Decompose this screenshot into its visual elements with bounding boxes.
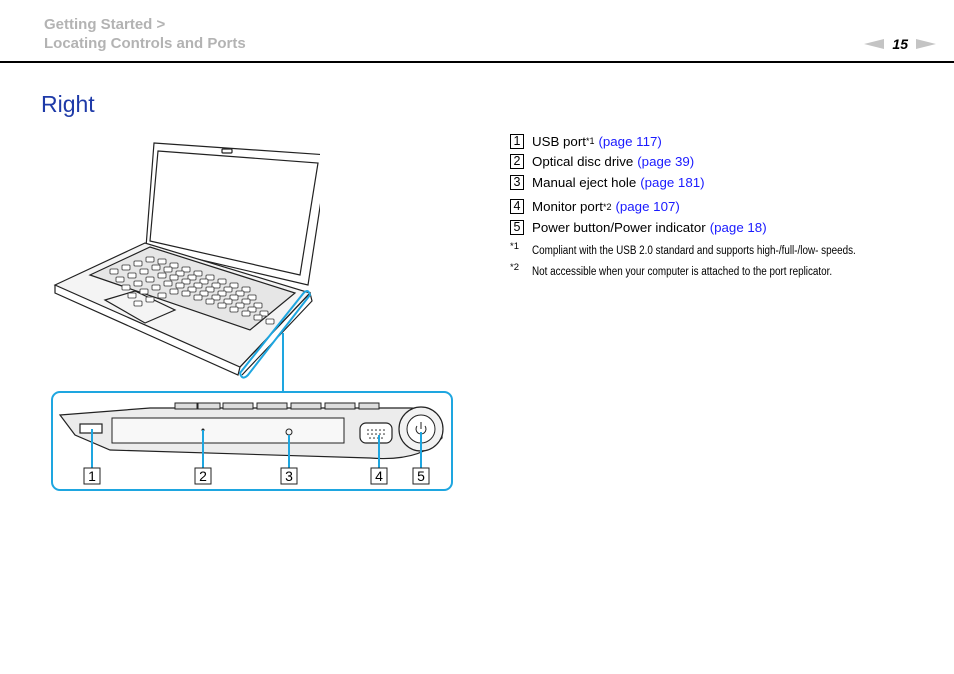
footnote-mark: *1 xyxy=(510,241,519,252)
breadcrumb-parent[interactable]: Getting Started > xyxy=(44,16,165,33)
footnote-mark: *2 xyxy=(510,262,519,273)
page-link[interactable]: (page 117) xyxy=(598,134,661,149)
list-item: 5 Power button/Power indicator (page 18) xyxy=(510,217,767,238)
laptop-illustration xyxy=(53,142,320,390)
page-link[interactable]: (page 181) xyxy=(640,175,704,190)
page-navigator: 15 xyxy=(864,36,936,52)
footnote: *2 Not accessible when your computer is … xyxy=(510,262,881,278)
item-label: Manual eject hole xyxy=(532,174,637,190)
item-label: Optical disc drive xyxy=(532,154,634,170)
page-link[interactable]: (page 39) xyxy=(637,154,694,169)
item-number: 5 xyxy=(510,219,524,235)
item-number: 1 xyxy=(510,133,524,149)
item-label: Monitor port xyxy=(532,199,603,215)
monitor-port xyxy=(359,422,393,444)
triangle-left-icon[interactable] xyxy=(864,39,885,49)
item-label: Power button/Power indicator xyxy=(532,219,706,235)
callout-1-label: 1 xyxy=(88,468,96,484)
optical-drive xyxy=(111,417,345,444)
port-list: 1 USB port *1 (page 117) 2 Optical disc d… xyxy=(510,131,767,238)
page-number: 15 xyxy=(892,36,908,52)
list-item: 1 USB port *1 (page 117) xyxy=(510,131,767,152)
list-item: 2 Optical disc drive (page 39) xyxy=(510,152,767,173)
item-number: 2 xyxy=(510,154,524,170)
page-link[interactable]: (page 18) xyxy=(710,220,767,235)
footnote: *1 Compliant with the USB 2.0 standard a… xyxy=(510,241,909,257)
footnote-text: Not accessible when your computer is att… xyxy=(532,266,833,278)
item-number: 4 xyxy=(510,199,524,215)
list-item: 3 Manual eject hole (page 181) xyxy=(510,172,767,193)
callout-3-label: 3 xyxy=(285,468,293,484)
footnote-text: Compliant with the USB 2.0 standard and … xyxy=(532,245,856,257)
item-number: 3 xyxy=(510,174,524,190)
page-link[interactable]: (page 107) xyxy=(615,199,679,214)
footnote-ref: *1 xyxy=(585,136,595,147)
callout-4-label: 4 xyxy=(375,468,383,484)
triangle-right-icon[interactable] xyxy=(916,39,936,49)
header-divider xyxy=(0,61,954,63)
section-title: Right xyxy=(41,91,95,117)
callout-2-label: 2 xyxy=(199,468,207,484)
item-label: USB port xyxy=(532,133,586,149)
breadcrumb-current: Locating Controls and Ports xyxy=(44,35,246,52)
footnote-ref: *2 xyxy=(602,201,612,212)
right-side-view: 1 2 3 4 5 xyxy=(51,390,453,491)
list-item: 4 Monitor port *2 (page 107) xyxy=(510,197,767,218)
callout-5-label: 5 xyxy=(417,468,425,484)
